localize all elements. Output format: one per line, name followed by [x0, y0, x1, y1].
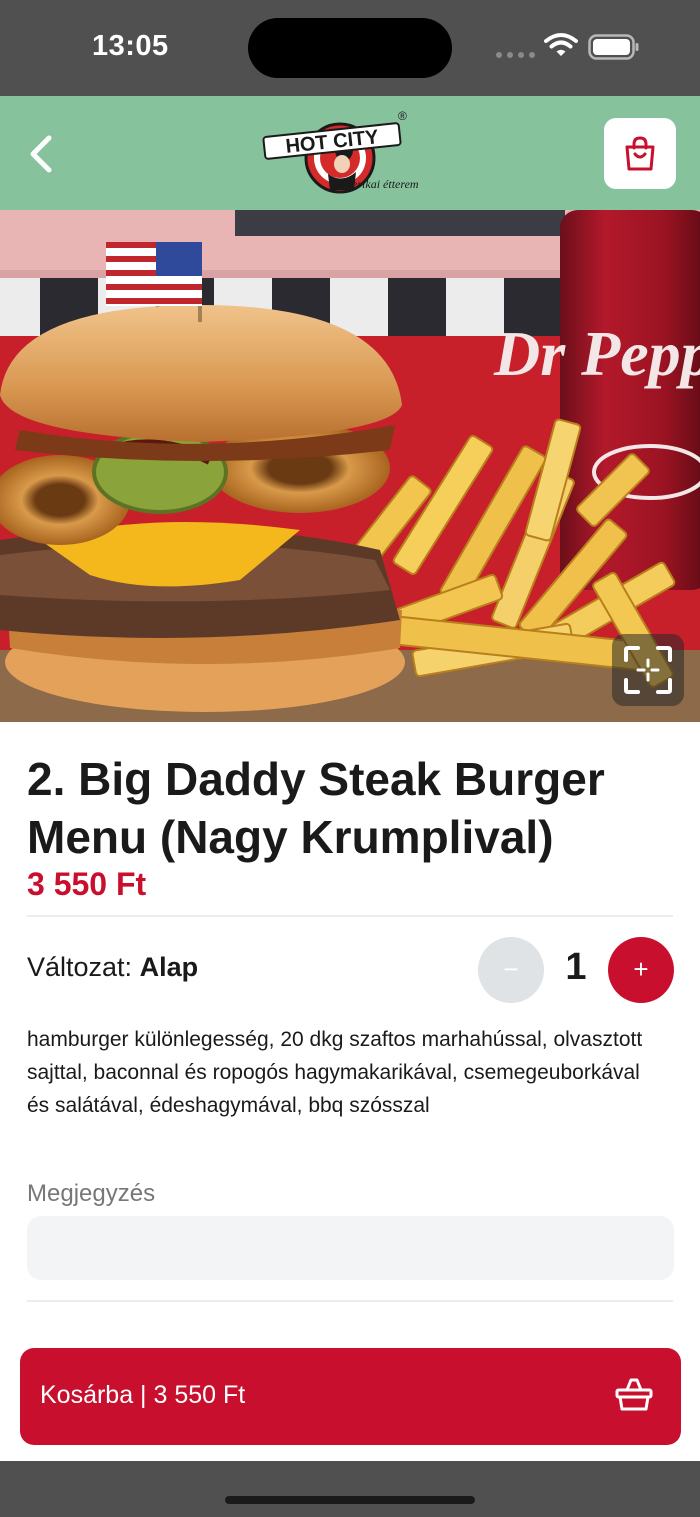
battery-icon [588, 34, 639, 60]
svg-text:®: ® [398, 109, 407, 123]
shopping-bag-icon [625, 136, 655, 171]
variant-value: Alap [139, 952, 199, 982]
product-image[interactable]: Dr Pepper [0, 210, 700, 722]
svg-text:Dr Pepper: Dr Pepper [493, 318, 700, 389]
status-time: 13:05 [92, 30, 169, 62]
basket-icon [615, 1378, 653, 1411]
shopping-bag-button[interactable] [604, 118, 676, 189]
quantity-value: 1 [565, 946, 587, 988]
quantity-increase-button[interactable]: + [608, 937, 674, 1003]
product-price: 3 550 Ft [27, 866, 147, 902]
dynamic-island [248, 18, 452, 78]
status-bar: 13:05 [0, 0, 700, 96]
zoom-image-button[interactable] [612, 634, 684, 706]
note-label: Megjegyzés [27, 1180, 156, 1207]
svg-text:amerikai étterem: amerikai étterem [337, 177, 419, 191]
hot-city-logo: HOT CITY amerikai étterem ® [262, 109, 419, 194]
cellular-signal-icon [496, 52, 536, 58]
wifi-icon [544, 33, 578, 56]
note-input[interactable] [27, 1216, 674, 1280]
bottom-bar [0, 1461, 700, 1517]
variant-label: Változat: [27, 952, 133, 982]
back-chevron-icon[interactable] [20, 132, 64, 176]
quantity-decrease-button[interactable]: − [478, 937, 544, 1003]
fullscreen-icon [624, 646, 672, 694]
add-to-cart-label: Kosárba | 3 550 Ft [40, 1381, 246, 1409]
add-to-cart-button[interactable]: Kosárba | 3 550 Ft [20, 1348, 681, 1445]
product-title: 2. Big Daddy Steak Burger Menu (Nagy Kru… [27, 753, 605, 863]
divider [27, 1300, 673, 1302]
product-detail-screen: 13:05 HOT CITY amerikai étterem ® Dr Pep… [0, 0, 700, 1517]
product-description: hamburger különlegesség, 20 dkg szaftos … [27, 1028, 643, 1117]
variant-row: Változat: Alap [27, 952, 198, 983]
home-indicator[interactable] [225, 1496, 475, 1504]
divider [27, 915, 673, 917]
